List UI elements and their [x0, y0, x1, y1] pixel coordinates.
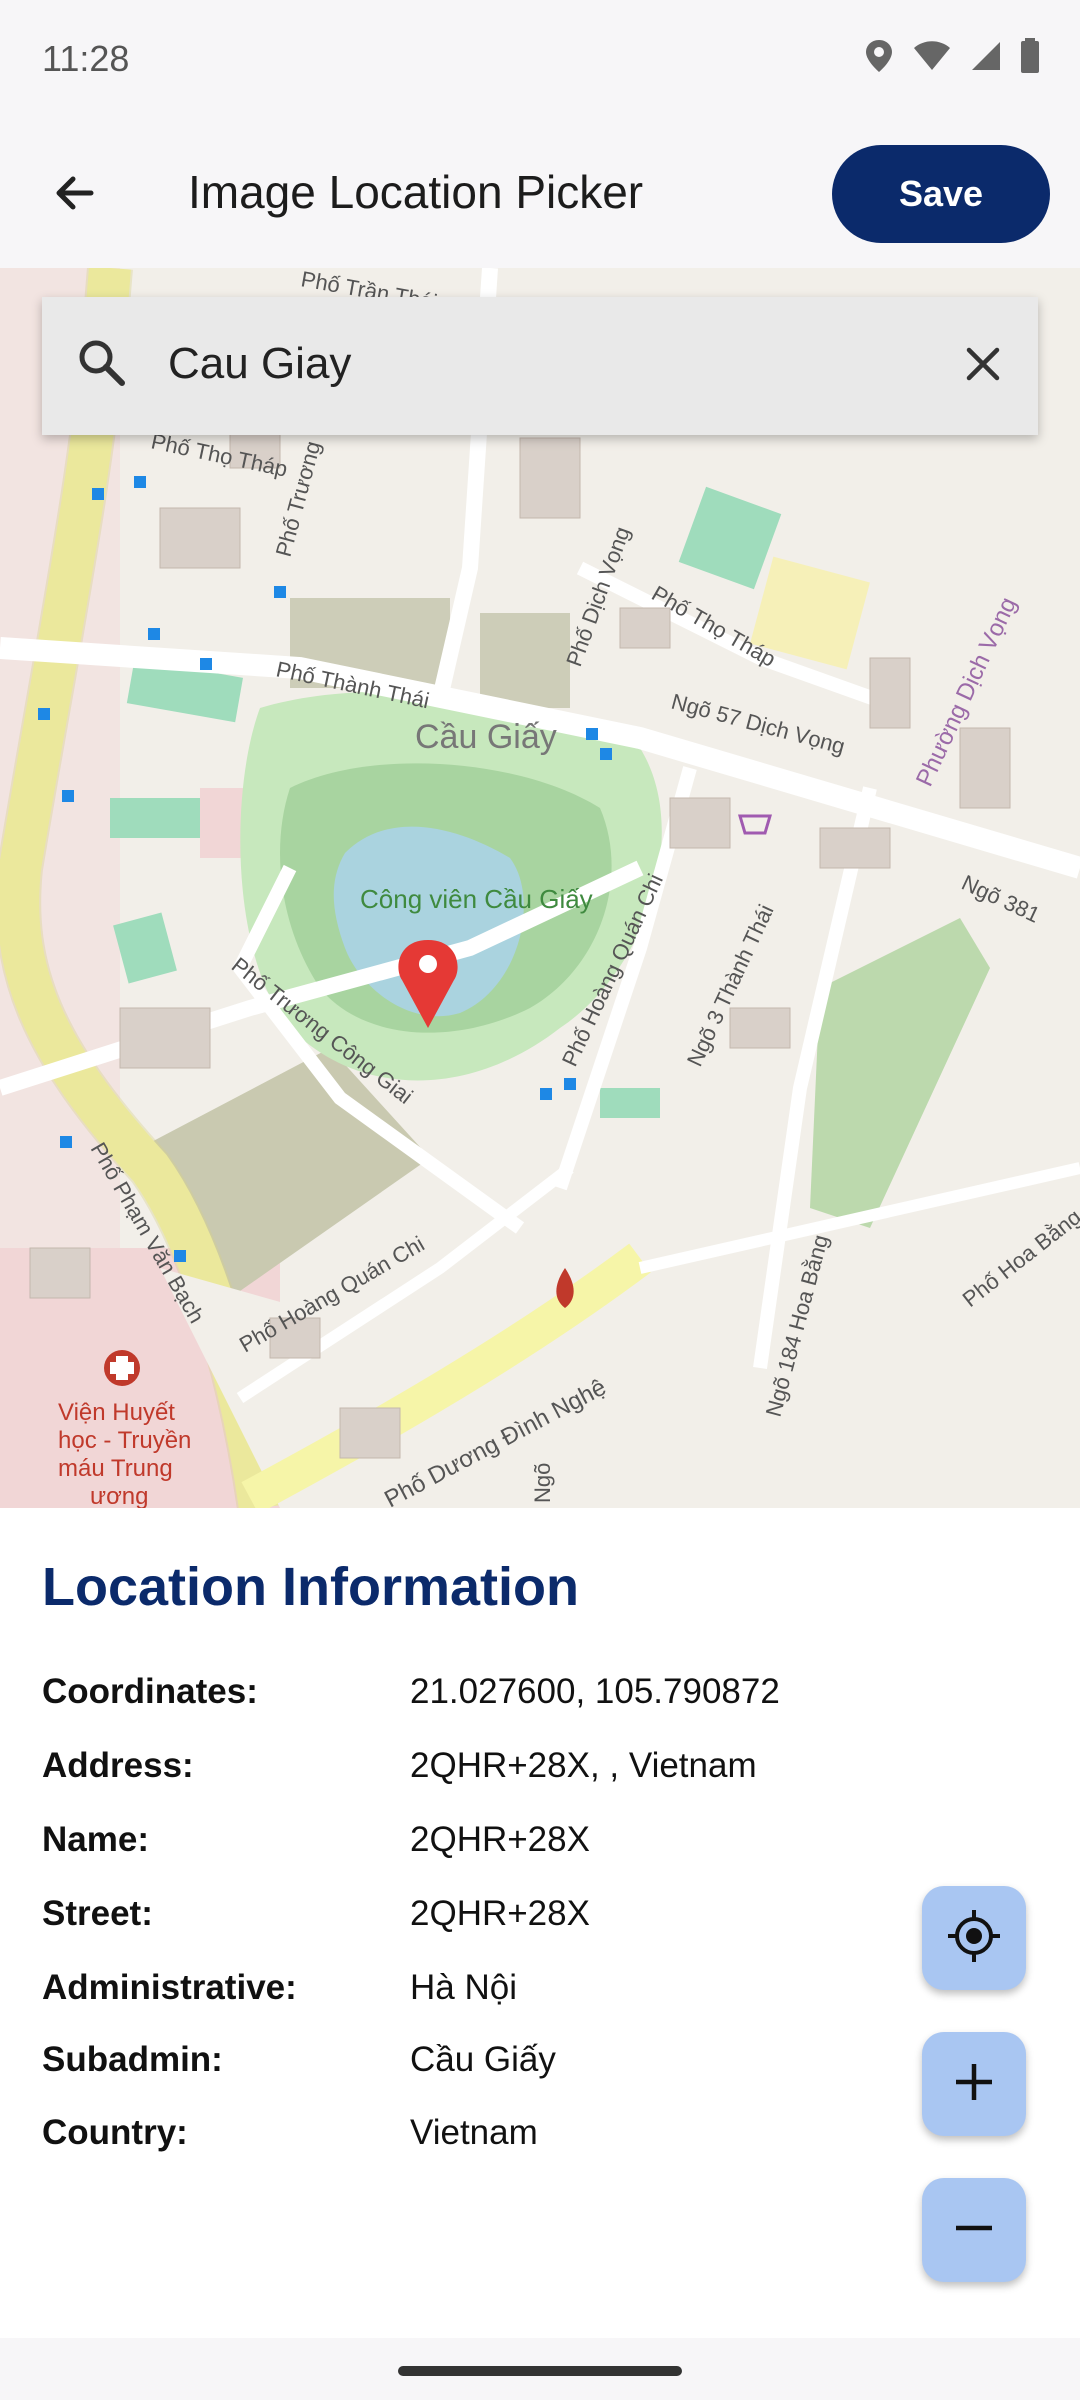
map-label-hospital-1: Viện Huyết [58, 1399, 175, 1426]
hospital-icon [104, 1350, 140, 1386]
save-button[interactable]: Save [832, 145, 1050, 243]
zoom-out-button[interactable] [922, 2178, 1026, 2282]
map-view[interactable]: Phố Trần Thái Phố Thọ Tháp Phố Trương Ph… [0, 268, 1080, 1508]
map-label-hospital-3: máu Trung [58, 1455, 173, 1482]
arrow-back-icon [51, 169, 99, 222]
address-value: 2QHR+28X, , Vietnam [410, 1746, 757, 1785]
street-label: Street: [42, 1894, 153, 1933]
zoom-in-icon [952, 2060, 996, 2109]
subadmin-label: Subadmin: [42, 2040, 223, 2079]
status-bar: 11:28 [0, 0, 1080, 120]
back-button[interactable] [40, 160, 110, 230]
map-label-hospital-2: học - Truyền [58, 1427, 191, 1454]
zoom-in-button[interactable] [922, 2032, 1026, 2136]
home-indicator[interactable] [398, 2366, 682, 2376]
administrative-label: Administrative: [42, 1968, 297, 2007]
map-canvas[interactable]: Phố Trần Thái Phố Thọ Tháp Phố Trương Ph… [0, 268, 1080, 1508]
search-icon [74, 335, 130, 396]
map-label-district: Cầu Giấy [415, 718, 557, 756]
wifi-icon [912, 40, 952, 77]
location-info-panel: Location Information Coordinates: 21.027… [0, 1508, 1080, 2338]
status-time: 11:28 [42, 38, 130, 79]
coordinates-value: 21.027600, 105.790872 [410, 1672, 780, 1711]
location-info-title: Location Information [42, 1557, 579, 1617]
country-label: Country: [42, 2113, 188, 2152]
search-bar[interactable]: Cau Giay [42, 297, 1038, 435]
page-title: Image Location Picker [188, 166, 644, 218]
close-icon [963, 344, 1003, 389]
country-value: Vietnam [410, 2113, 538, 2152]
address-label: Address: [42, 1746, 194, 1785]
map-label-hospital-4: ương [90, 1483, 149, 1508]
map-label-park: Công viên Cầu Giấy [360, 884, 593, 914]
my-location-icon [944, 1906, 1004, 1971]
name-value: 2QHR+28X [410, 1820, 590, 1859]
subadmin-value: Cầu Giấy [410, 2040, 556, 2079]
street-value: 2QHR+28X [410, 1894, 590, 1933]
zoom-out-icon [952, 2206, 996, 2255]
status-icons [864, 38, 1040, 79]
clear-search-button[interactable] [948, 331, 1018, 401]
app-bar: Image Location Picker Save [0, 120, 1080, 268]
battery-icon [1020, 38, 1040, 79]
name-label: Name: [42, 1820, 149, 1859]
my-location-button[interactable] [922, 1886, 1026, 1990]
coordinates-label: Coordinates: [42, 1672, 258, 1711]
map-label-st-ngo-bottom: Ngõ [530, 1463, 555, 1503]
signal-icon [970, 40, 1002, 77]
location-icon [864, 38, 894, 79]
administrative-value: Hà Nội [410, 1968, 517, 2007]
search-input[interactable]: Cau Giay [168, 339, 351, 389]
